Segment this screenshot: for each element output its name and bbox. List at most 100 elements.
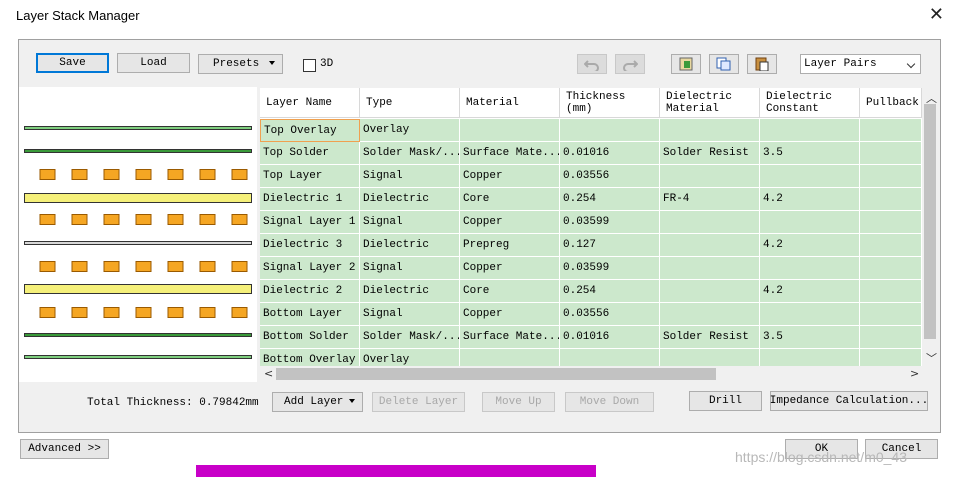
table-cell[interactable]: Copper	[460, 257, 560, 280]
table-cell[interactable]: Copper	[460, 165, 560, 188]
table-cell[interactable]: Copper	[460, 211, 560, 234]
delete-layer-button[interactable]: Delete Layer	[372, 392, 465, 412]
table-cell[interactable]	[660, 280, 760, 303]
table-cell[interactable]	[860, 188, 922, 211]
table-cell[interactable]: Dielectric 1	[260, 188, 360, 211]
table-cell[interactable]: 4.2	[760, 234, 860, 257]
column-header[interactable]: Layer Name	[260, 88, 360, 118]
table-cell[interactable]: Surface Mate...	[460, 142, 560, 165]
presets-dropdown-button[interactable]: Presets	[198, 54, 283, 74]
horizontal-scroll-thumb[interactable]	[276, 368, 716, 380]
table-cell[interactable]: 0.01016	[560, 326, 660, 349]
table-cell[interactable]: Dielectric 2	[260, 280, 360, 303]
table-cell[interactable]: Core	[460, 280, 560, 303]
table-cell[interactable]	[860, 280, 922, 303]
redo-button[interactable]	[615, 54, 645, 74]
table-cell[interactable]: 3.5	[760, 142, 860, 165]
table-cell[interactable]: Signal Layer 2	[260, 257, 360, 280]
scroll-down-icon[interactable]: ﹀	[926, 350, 937, 366]
table-cell[interactable]: 0.03556	[560, 303, 660, 326]
move-down-button[interactable]: Move Down	[565, 392, 654, 412]
table-cell[interactable]: 0.254	[560, 280, 660, 303]
table-cell[interactable]	[660, 257, 760, 280]
layer-pairs-dropdown[interactable]: Layer Pairs	[800, 54, 921, 74]
table-cell[interactable]	[860, 257, 922, 280]
table-cell[interactable]	[860, 211, 922, 234]
3d-checkbox[interactable]	[303, 59, 316, 72]
table-cell[interactable]: Signal	[360, 303, 460, 326]
table-cell[interactable]: 3.5	[760, 326, 860, 349]
table-cell[interactable]: Copper	[460, 303, 560, 326]
table-cell[interactable]: Prepreg	[460, 234, 560, 257]
undo-button[interactable]	[577, 54, 607, 74]
column-header[interactable]: Type	[360, 88, 460, 118]
table-cell[interactable]: Signal	[360, 165, 460, 188]
table-cell[interactable]	[760, 303, 860, 326]
table-cell[interactable]: Signal	[360, 257, 460, 280]
table-cell[interactable]: Overlay	[360, 119, 460, 142]
vertical-scrollbar[interactable]: ︿ ﹀	[922, 88, 938, 368]
table-cell[interactable]	[860, 142, 922, 165]
load-button[interactable]: Load	[117, 53, 190, 73]
table-cell[interactable]	[760, 257, 860, 280]
table-cell[interactable]: Signal Layer 1	[260, 211, 360, 234]
column-header[interactable]: Dielectric Material	[660, 88, 760, 118]
close-icon[interactable]: ✕	[929, 4, 944, 25]
drill-button[interactable]: Drill	[689, 391, 762, 411]
table-cell[interactable]	[760, 119, 860, 142]
column-header[interactable]: Thickness (mm)	[560, 88, 660, 118]
table-cell[interactable]: Solder Mask/...	[360, 142, 460, 165]
column-header[interactable]: Material	[460, 88, 560, 118]
table-cell[interactable]	[660, 165, 760, 188]
table-cell[interactable]	[760, 211, 860, 234]
table-cell[interactable]: Dielectric	[360, 280, 460, 303]
table-cell[interactable]	[660, 211, 760, 234]
table-cell[interactable]	[460, 119, 560, 142]
paste-button[interactable]	[747, 54, 777, 74]
table-cell[interactable]	[660, 303, 760, 326]
table-cell[interactable]: 0.254	[560, 188, 660, 211]
table-cell[interactable]: Top Layer	[260, 165, 360, 188]
scroll-left-icon[interactable]: <	[264, 367, 273, 380]
table-cell[interactable]	[860, 303, 922, 326]
table-cell[interactable]: 0.01016	[560, 142, 660, 165]
table-cell[interactable]	[660, 119, 760, 142]
table-cell[interactable]: Solder Mask/...	[360, 326, 460, 349]
scroll-right-icon[interactable]: >	[910, 367, 919, 380]
table-cell[interactable]: 0.127	[560, 234, 660, 257]
save-button[interactable]: Save	[36, 53, 109, 73]
table-cell[interactable]	[860, 119, 922, 142]
add-layer-button[interactable]: Add Layer	[272, 392, 363, 412]
table-cell[interactable]: Dielectric 3	[260, 234, 360, 257]
table-cell[interactable]: Dielectric	[360, 234, 460, 257]
table-cell[interactable]	[860, 165, 922, 188]
table-cell[interactable]	[860, 326, 922, 349]
table-cell[interactable]: Top Overlay	[260, 119, 360, 142]
table-cell[interactable]: Solder Resist	[660, 142, 760, 165]
column-header[interactable]: Pullback	[860, 88, 922, 118]
table-cell[interactable]: 4.2	[760, 188, 860, 211]
copy-button[interactable]	[709, 54, 739, 74]
vertical-scroll-thumb[interactable]	[924, 104, 936, 339]
table-cell[interactable]: Bottom Layer	[260, 303, 360, 326]
table-cell[interactable]	[860, 234, 922, 257]
table-cell[interactable]: Surface Mate...	[460, 326, 560, 349]
table-cell[interactable]: Core	[460, 188, 560, 211]
add-layer-icon-button[interactable]	[671, 54, 701, 74]
table-cell[interactable]	[560, 119, 660, 142]
table-cell[interactable]	[760, 165, 860, 188]
table-cell[interactable]: Dielectric	[360, 188, 460, 211]
table-cell[interactable]: 0.03556	[560, 165, 660, 188]
table-cell[interactable]: FR-4	[660, 188, 760, 211]
horizontal-scrollbar[interactable]: < >	[260, 366, 922, 382]
table-cell[interactable]: Signal	[360, 211, 460, 234]
move-up-button[interactable]: Move Up	[482, 392, 555, 412]
table-cell[interactable]: 4.2	[760, 280, 860, 303]
table-cell[interactable]: 0.03599	[560, 257, 660, 280]
table-cell[interactable]: Bottom Solder	[260, 326, 360, 349]
column-header[interactable]: Dielectric Constant	[760, 88, 860, 118]
table-cell[interactable]	[660, 234, 760, 257]
table-cell[interactable]: Top Solder	[260, 142, 360, 165]
impedance-calculation-button[interactable]: Impedance Calculation...	[770, 391, 928, 411]
table-cell[interactable]: Solder Resist	[660, 326, 760, 349]
